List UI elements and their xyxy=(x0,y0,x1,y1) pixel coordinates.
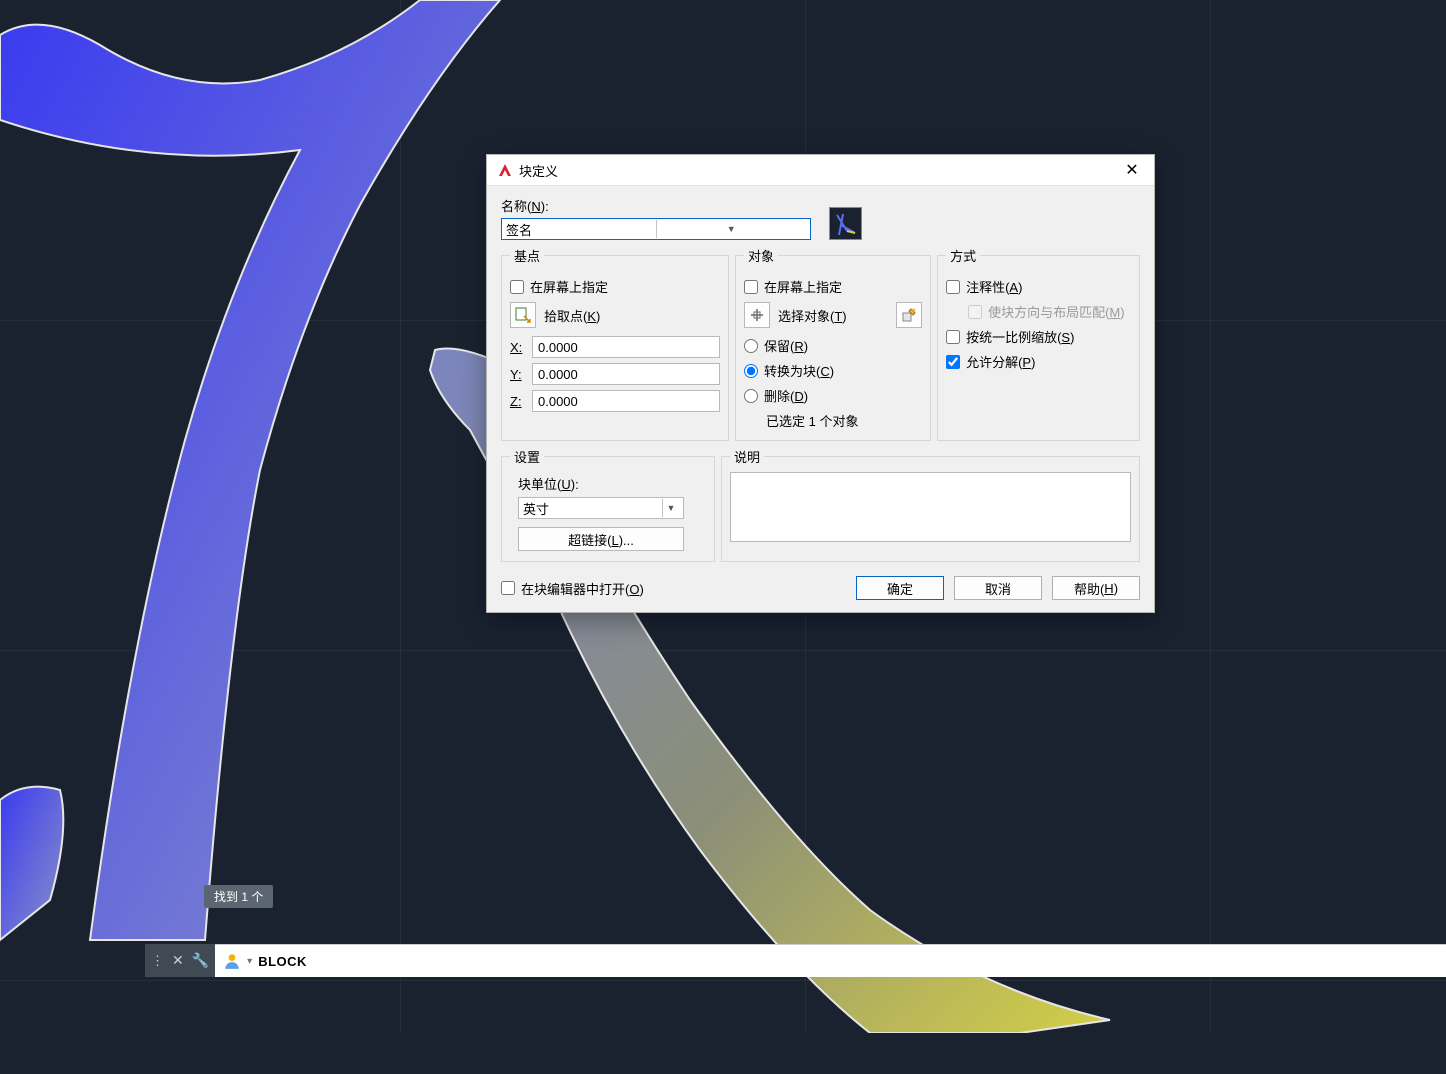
group-objects: 对象 在屏幕上指定 选择对象(T) xyxy=(735,246,931,441)
group-objects-legend: 对象 xyxy=(744,246,778,265)
name-value: 签名 xyxy=(506,220,656,239)
base-on-screen-checkbox[interactable]: 在屏幕上指定 xyxy=(510,277,720,296)
block-preview xyxy=(829,207,862,240)
z-label: Z: xyxy=(510,394,526,409)
group-description-legend: 说明 xyxy=(730,447,764,466)
ok-button[interactable]: 确定 xyxy=(856,576,944,600)
pick-point-label: 拾取点(K) xyxy=(544,306,720,325)
open-in-editor-checkbox[interactable]: 在块编辑器中打开(O) xyxy=(501,579,644,598)
autocad-logo-icon xyxy=(497,162,513,178)
select-objects-label: 选择对象(T) xyxy=(778,306,888,325)
unit-select[interactable]: 英寸 ▼ xyxy=(518,497,684,519)
unit-value: 英寸 xyxy=(523,499,549,518)
wrench-icon[interactable]: 🔧 xyxy=(192,952,209,969)
close-button[interactable]: ✕ xyxy=(1110,155,1154,186)
group-settings: 设置 块单位(U): 英寸 ▼ 超链接(L)... xyxy=(501,447,715,562)
pick-point-icon xyxy=(515,307,531,323)
help-button[interactable]: 帮助(H) xyxy=(1052,576,1140,600)
x-input[interactable] xyxy=(532,336,720,358)
close-icon[interactable]: ✕ xyxy=(172,952,184,969)
convert-radio[interactable]: 转换为块(C) xyxy=(744,361,922,380)
uniform-scale-checkbox[interactable]: 按统一比例缩放(S) xyxy=(946,327,1131,346)
dialog-titlebar[interactable]: 块定义 ✕ xyxy=(487,155,1154,186)
chevron-down-icon[interactable]: ▼ xyxy=(662,499,679,517)
name-combo[interactable]: 签名 ▼ xyxy=(501,218,811,240)
caret-down-icon: ▾ xyxy=(247,956,252,967)
select-objects-icon xyxy=(750,308,764,322)
y-label: Y: xyxy=(510,367,526,382)
description-textarea[interactable] xyxy=(730,472,1131,542)
grip-icon: ⋮ xyxy=(151,953,164,969)
command-text: BLOCK xyxy=(258,954,307,969)
annotative-checkbox[interactable]: 注释性(A) xyxy=(946,277,1131,296)
group-base-legend: 基点 xyxy=(510,246,544,265)
quick-select-button[interactable] xyxy=(896,302,922,328)
delete-radio[interactable]: 删除(D) xyxy=(744,386,922,405)
prompt-icon xyxy=(223,952,241,970)
dialog-title: 块定义 xyxy=(519,161,1104,180)
y-input[interactable] xyxy=(532,363,720,385)
group-settings-legend: 设置 xyxy=(510,447,544,466)
pick-point-button[interactable] xyxy=(510,302,536,328)
unit-label: 块单位(U): xyxy=(518,474,706,493)
group-base-point: 基点 在屏幕上指定 拾取点(K) X: xyxy=(501,246,729,441)
allow-explode-checkbox[interactable]: 允许分解(P) xyxy=(946,352,1131,371)
quick-select-icon xyxy=(901,307,917,323)
selection-count-tooltip: 找到 1 个 xyxy=(204,885,273,908)
name-label: 名称(N): xyxy=(501,196,811,215)
command-bar: ⋮ ✕ 🔧 ▾ BLOCK xyxy=(145,944,1446,977)
match-layout-checkbox: 使块方向与布局匹配(M) xyxy=(968,302,1131,321)
z-input[interactable] xyxy=(532,390,720,412)
hyperlink-button[interactable]: 超链接(L)... xyxy=(518,527,684,551)
block-definition-dialog: 块定义 ✕ 名称(N): 签名 ▼ 基点 xyxy=(486,154,1155,613)
x-label: X: xyxy=(510,340,526,355)
group-behavior-legend: 方式 xyxy=(946,246,980,265)
command-input[interactable]: ▾ BLOCK xyxy=(215,944,1446,977)
cancel-button[interactable]: 取消 xyxy=(954,576,1042,600)
group-description: 说明 xyxy=(721,447,1140,562)
select-objects-button[interactable] xyxy=(744,302,770,328)
group-behavior: 方式 注释性(A) 使块方向与布局匹配(M) 按统一比例缩放(S) 允许分解(P… xyxy=(937,246,1140,441)
command-bar-handle[interactable]: ⋮ ✕ 🔧 xyxy=(145,944,215,977)
retain-radio[interactable]: 保留(R) xyxy=(744,336,922,355)
chevron-down-icon[interactable]: ▼ xyxy=(656,220,807,238)
obj-on-screen-checkbox[interactable]: 在屏幕上指定 xyxy=(744,277,922,296)
selection-status: 已选定 1 个对象 xyxy=(766,411,922,430)
